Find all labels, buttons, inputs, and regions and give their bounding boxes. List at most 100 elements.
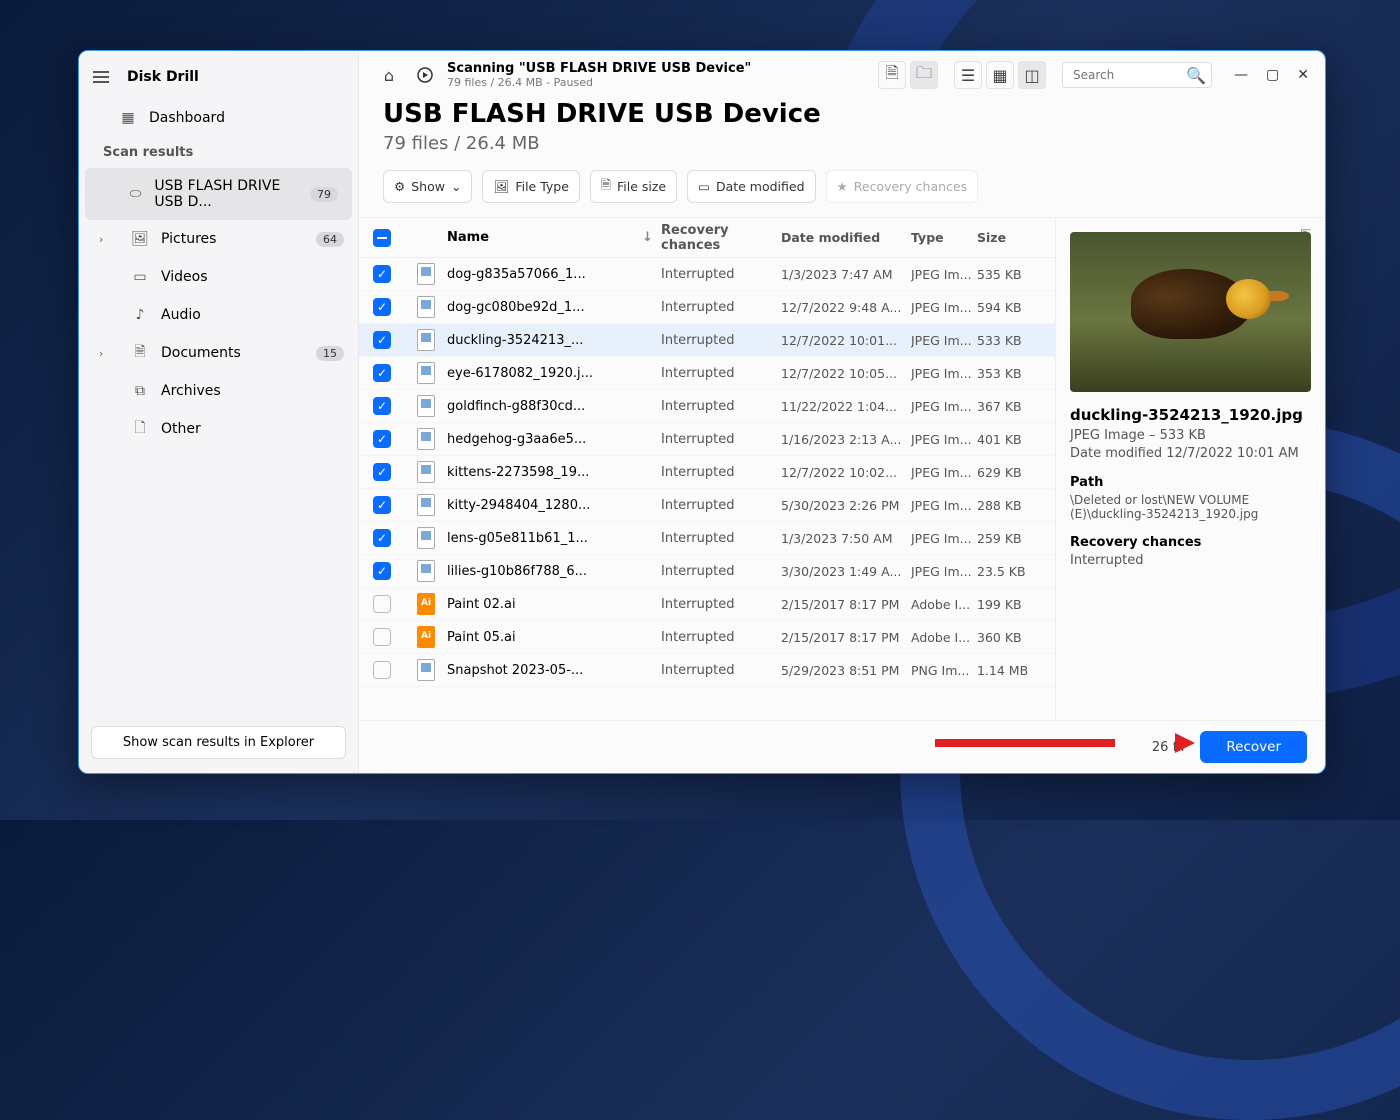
cell-name: Paint 02.ai xyxy=(447,597,661,612)
cell-date: 2/15/2017 8:17 PM xyxy=(781,630,911,645)
select-all-checkbox[interactable] xyxy=(373,229,391,247)
cell-type: Adobe I... xyxy=(911,630,977,645)
table-row[interactable]: ✓hedgehog-g3aa6e5...Interrupted1/16/2023… xyxy=(359,423,1055,456)
table-row[interactable]: ✓goldfinch-g88f30cd...Interrupted11/22/2… xyxy=(359,390,1055,423)
row-checkbox[interactable]: ✓ xyxy=(373,463,391,481)
table-row[interactable]: ✓kitty-2948404_1280...Interrupted5/30/20… xyxy=(359,489,1055,522)
recover-button[interactable]: Recover xyxy=(1200,731,1307,763)
row-checkbox[interactable] xyxy=(373,595,391,613)
page-title: USB FLASH DRIVE USB Device xyxy=(383,99,1301,129)
sidebar-item[interactable]: ›🗎Documents15 xyxy=(79,334,358,372)
cell-type: JPEG Im... xyxy=(911,465,977,480)
table-row[interactable]: Snapshot 2023-05-...Interrupted5/29/2023… xyxy=(359,654,1055,687)
picture-icon: 🖼 xyxy=(131,230,149,248)
sidebar: Disk Drill ▦ Dashboard Scan results ⬭USB… xyxy=(79,51,359,773)
sidebar-item[interactable]: ▭Videos xyxy=(79,258,358,296)
sidebar-item[interactable]: ⬭USB FLASH DRIVE USB D...79 xyxy=(85,168,352,220)
cell-name: hedgehog-g3aa6e5... xyxy=(447,432,661,447)
cell-date: 12/7/2022 10:05... xyxy=(781,366,911,381)
table-row[interactable]: ✓kittens-2273598_19...Interrupted12/7/20… xyxy=(359,456,1055,489)
file-icon[interactable]: 🗎 xyxy=(878,61,906,89)
play-icon[interactable] xyxy=(411,61,439,89)
cell-recovery: Interrupted xyxy=(661,663,781,678)
filetype-chip[interactable]: 🖼File Type xyxy=(482,170,579,203)
row-checkbox[interactable]: ✓ xyxy=(373,265,391,283)
sidebar-item[interactable]: ♪Audio xyxy=(79,296,358,334)
home-icon[interactable]: ⌂ xyxy=(375,61,403,89)
row-checkbox[interactable] xyxy=(373,661,391,679)
recchance-chip[interactable]: ★Recovery chances xyxy=(826,170,979,203)
filetype-icon xyxy=(417,560,435,582)
cell-type: PNG Im... xyxy=(911,663,977,678)
footer: 26 fil Recover xyxy=(359,720,1325,773)
cell-recovery: Interrupted xyxy=(661,267,781,282)
table-row[interactable]: Paint 05.aiInterrupted2/15/2017 8:17 PMA… xyxy=(359,621,1055,654)
cell-date: 1/3/2023 7:50 AM xyxy=(781,531,911,546)
search-field[interactable]: 🔍 xyxy=(1062,62,1212,88)
nav-dashboard[interactable]: ▦ Dashboard xyxy=(79,99,358,137)
folder-icon[interactable]: 🗀 xyxy=(910,61,938,89)
sidebar-item[interactable]: ⧉Archives xyxy=(79,372,358,410)
cell-recovery: Interrupted xyxy=(661,564,781,579)
cell-size: 367 KB xyxy=(977,399,1041,414)
col-type[interactable]: Type xyxy=(911,230,977,245)
cell-recovery: Interrupted xyxy=(661,597,781,612)
grid-view-icon[interactable]: ▦ xyxy=(986,61,1014,89)
minimize-icon[interactable]: — xyxy=(1234,67,1248,83)
sidebar-item[interactable]: ›🖼Pictures64 xyxy=(79,220,358,258)
cell-type: JPEG Im... xyxy=(911,399,977,414)
app-name: Disk Drill xyxy=(127,69,199,85)
row-checkbox[interactable] xyxy=(373,628,391,646)
app-window: Disk Drill ▦ Dashboard Scan results ⬭USB… xyxy=(78,50,1326,774)
filesize-chip[interactable]: 🗎File size xyxy=(590,170,677,203)
sidebar-item[interactable]: 🗋Other xyxy=(79,410,358,448)
list-view-icon[interactable]: ☰ xyxy=(954,61,982,89)
row-checkbox[interactable]: ✓ xyxy=(373,331,391,349)
show-in-explorer-button[interactable]: Show scan results in Explorer xyxy=(91,726,346,759)
row-checkbox[interactable]: ✓ xyxy=(373,430,391,448)
cell-type: JPEG Im... xyxy=(911,300,977,315)
annotation-bar xyxy=(935,739,1115,747)
row-checkbox[interactable]: ✓ xyxy=(373,364,391,382)
filetype-icon xyxy=(417,593,435,615)
cell-recovery: Interrupted xyxy=(661,300,781,315)
row-checkbox[interactable]: ✓ xyxy=(373,298,391,316)
table-row[interactable]: ✓lilies-g10b86f788_6...Interrupted3/30/2… xyxy=(359,555,1055,588)
table-row[interactable]: Paint 02.aiInterrupted2/15/2017 8:17 PMA… xyxy=(359,588,1055,621)
row-checkbox[interactable]: ✓ xyxy=(373,529,391,547)
table-row[interactable]: ✓lens-g05e811b61_1...Interrupted1/3/2023… xyxy=(359,522,1055,555)
split-view-icon[interactable]: ◫ xyxy=(1018,61,1046,89)
maximize-icon[interactable]: ▢ xyxy=(1266,67,1279,83)
col-recovery[interactable]: Recovery chances xyxy=(661,223,781,253)
sidebar-item-label: Pictures xyxy=(161,231,216,247)
row-checkbox[interactable]: ✓ xyxy=(373,496,391,514)
cell-recovery: Interrupted xyxy=(661,498,781,513)
datemod-chip[interactable]: ▭Date modified xyxy=(687,170,815,203)
cell-recovery: Interrupted xyxy=(661,366,781,381)
cell-size: 1.14 MB xyxy=(977,663,1041,678)
chevron-down-icon: ⌄ xyxy=(451,179,461,194)
col-name[interactable]: Name ↓ xyxy=(447,230,661,245)
table-row[interactable]: ✓dog-gc080be92d_1...Interrupted12/7/2022… xyxy=(359,291,1055,324)
scan-subtitle: 79 files / 26.4 MB - Paused xyxy=(447,76,751,89)
cell-date: 11/22/2022 1:04... xyxy=(781,399,911,414)
cell-size: 259 KB xyxy=(977,531,1041,546)
filetype-icon xyxy=(417,461,435,483)
cell-type: JPEG Im... xyxy=(911,432,977,447)
detail-path: \Deleted or lost\NEW VOLUME (E)\duckling… xyxy=(1070,493,1311,521)
col-date[interactable]: Date modified xyxy=(781,230,911,245)
table-row[interactable]: ✓eye-6178082_1920.j...Interrupted12/7/20… xyxy=(359,357,1055,390)
sidebar-item-label: Documents xyxy=(161,345,241,361)
hamburger-icon[interactable] xyxy=(93,71,109,83)
cell-type: JPEG Im... xyxy=(911,267,977,282)
cell-recovery: Interrupted xyxy=(661,531,781,546)
table-row[interactable]: ✓dog-g835a57066_1...Interrupted1/3/2023 … xyxy=(359,258,1055,291)
table-row[interactable]: ✓duckling-3524213_...Interrupted12/7/202… xyxy=(359,324,1055,357)
col-size[interactable]: Size xyxy=(977,230,1041,245)
close-icon[interactable]: ✕ xyxy=(1297,67,1309,83)
row-checkbox[interactable]: ✓ xyxy=(373,562,391,580)
row-checkbox[interactable]: ✓ xyxy=(373,397,391,415)
dashboard-icon: ▦ xyxy=(119,109,137,127)
show-dropdown[interactable]: ⚙Show⌄ xyxy=(383,170,472,203)
table-header: Name ↓ Recovery chances Date modified Ty… xyxy=(359,218,1055,258)
